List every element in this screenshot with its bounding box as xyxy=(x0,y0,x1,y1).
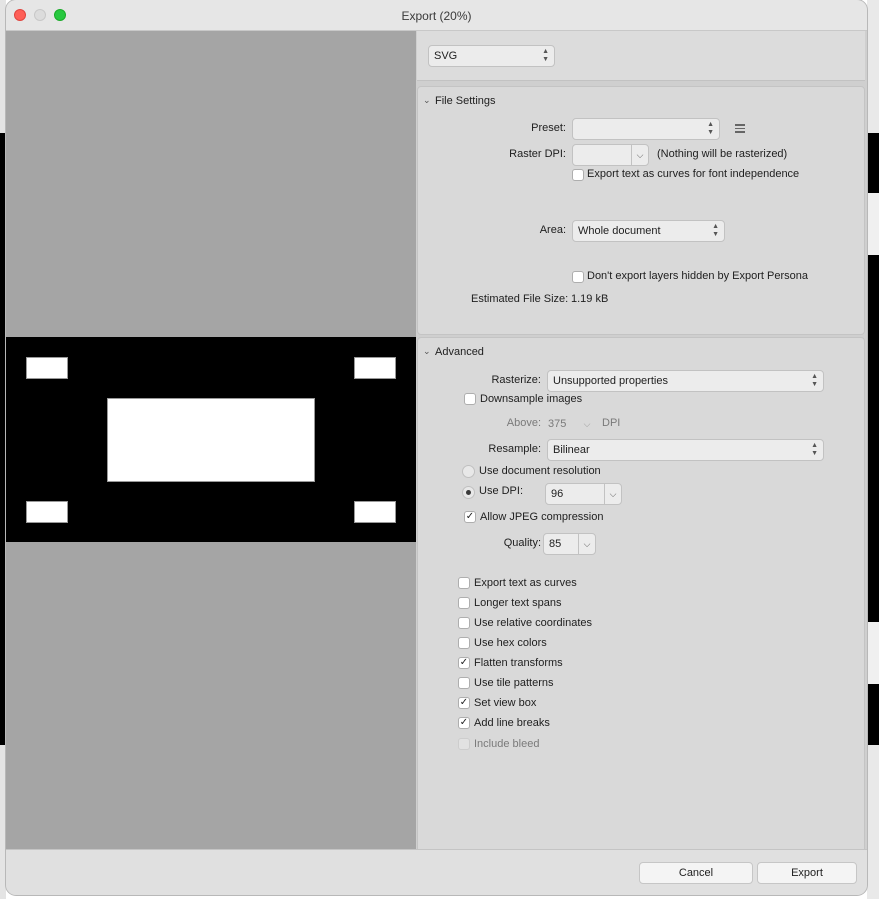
use-dpi-radio[interactable] xyxy=(462,486,475,499)
export-button[interactable]: Export xyxy=(757,862,857,884)
check-icon: ✓ xyxy=(459,657,469,668)
use-dpi-value: 96 xyxy=(551,488,564,500)
estimated-size-label: Estimated File Size: xyxy=(471,293,569,305)
resample-popup[interactable]: Bilinear ▲ ▼ xyxy=(547,439,824,461)
up-down-arrows-icon: ▲ ▼ xyxy=(811,373,818,388)
area-popup[interactable]: Whole document ▲ ▼ xyxy=(572,220,725,242)
raster-dpi-combo[interactable]: ⌵ xyxy=(572,144,649,166)
chevron-down-icon: ⌵ xyxy=(583,419,591,429)
window-title: Export (20%) xyxy=(401,9,472,23)
preview-shape xyxy=(26,501,68,523)
above-value: 375 xyxy=(548,418,567,430)
preview-document xyxy=(6,337,416,542)
raster-note: (Nothing will be rasterized) xyxy=(657,148,788,160)
settings-pane: SVG ▲ ▼ ⌄ File Settings Preset: ▲ ▼ Raster… xyxy=(416,31,867,858)
rasterize-label: Rasterize: xyxy=(491,374,541,386)
preset-menu-icon[interactable] xyxy=(735,124,745,133)
use-dpi-combo[interactable]: 96 ⌵ xyxy=(545,483,622,505)
use-dpi-label[interactable]: Use DPI: xyxy=(479,485,523,497)
area-value: Whole document xyxy=(578,225,661,237)
include-bleed-label: Include bleed xyxy=(474,738,540,750)
preview-shape xyxy=(26,357,68,379)
flatten-transforms-checkbox[interactable]: ✓ xyxy=(458,657,470,669)
preview-shape xyxy=(107,398,315,482)
use-hex-colors-checkbox[interactable] xyxy=(458,637,470,649)
chevron-down-icon[interactable]: ⌵ xyxy=(604,484,621,504)
quality-combo[interactable]: 85 ⌵ xyxy=(543,533,596,555)
dont-export-hidden-label[interactable]: Don't export layers hidden by Export Per… xyxy=(587,270,808,282)
above-label: Above: xyxy=(506,417,541,429)
preview-shape xyxy=(354,357,396,379)
rasterize-popup[interactable]: Unsupported properties ▲ ▼ xyxy=(547,370,824,392)
use-tile-patterns-checkbox[interactable] xyxy=(458,677,470,689)
background-scroll-thumb xyxy=(867,622,879,684)
add-line-breaks-label[interactable]: Add line breaks xyxy=(474,717,550,729)
export-text-curves-label[interactable]: Export text as curves for font independe… xyxy=(587,168,799,180)
up-down-arrows-icon: ▲ ▼ xyxy=(811,442,818,457)
format-popup[interactable]: SVG ▲ ▼ xyxy=(428,45,555,67)
preset-label: Preset: xyxy=(531,122,566,134)
check-icon: ✓ xyxy=(465,511,475,522)
format-bar: SVG ▲ ▼ xyxy=(417,31,865,81)
disclosure-chevron-icon[interactable]: ⌄ xyxy=(423,346,431,357)
title-bar: Export (20%) xyxy=(6,0,867,31)
up-down-arrows-icon: ▲ ▼ xyxy=(542,48,549,63)
longer-text-spans-label[interactable]: Longer text spans xyxy=(474,597,561,609)
rasterize-value: Unsupported properties xyxy=(553,375,668,387)
file-settings-title[interactable]: File Settings xyxy=(435,95,496,107)
advanced-title[interactable]: Advanced xyxy=(435,346,484,358)
allow-jpeg-label[interactable]: Allow JPEG compression xyxy=(480,511,604,523)
resample-value: Bilinear xyxy=(553,444,590,456)
export-dialog: Export (20%) SVG ▲ ▼ ⌄ File Settings Pres… xyxy=(6,0,867,895)
export-text-curves-checkbox[interactable] xyxy=(572,169,584,181)
resample-label: Resample: xyxy=(488,443,541,455)
downsample-checkbox[interactable] xyxy=(464,393,476,405)
file-settings-section: ⌄ File Settings Preset: ▲ ▼ Raster DPI: ⌵… xyxy=(417,86,865,335)
allow-jpeg-checkbox[interactable]: ✓ xyxy=(464,511,476,523)
set-view-box-label[interactable]: Set view box xyxy=(474,697,536,709)
advanced-section: ⌄ Advanced Rasterize: Unsupported proper… xyxy=(417,337,865,858)
quality-value: 85 xyxy=(549,538,562,550)
use-document-resolution-label[interactable]: Use document resolution xyxy=(479,465,601,477)
use-relative-coordinates-label[interactable]: Use relative coordinates xyxy=(474,617,592,629)
preset-popup[interactable]: ▲ ▼ xyxy=(572,118,720,140)
add-line-breaks-checkbox[interactable]: ✓ xyxy=(458,717,470,729)
export-text-as-curves-checkbox[interactable] xyxy=(458,577,470,589)
up-down-arrows-icon: ▲ ▼ xyxy=(712,223,719,238)
cancel-button[interactable]: Cancel xyxy=(639,862,753,884)
set-view-box-checkbox[interactable]: ✓ xyxy=(458,697,470,709)
above-combo: 375 ⌵ xyxy=(542,413,596,435)
dont-export-hidden-checkbox[interactable] xyxy=(572,271,584,283)
export-text-as-curves-label[interactable]: Export text as curves xyxy=(474,577,577,589)
downsample-label[interactable]: Downsample images xyxy=(480,393,582,405)
include-bleed-checkbox xyxy=(458,738,470,750)
flatten-transforms-label[interactable]: Flatten transforms xyxy=(474,657,563,669)
use-relative-coordinates-checkbox[interactable] xyxy=(458,617,470,629)
use-tile-patterns-label[interactable]: Use tile patterns xyxy=(474,677,553,689)
quality-label: Quality: xyxy=(503,537,541,549)
raster-dpi-label: Raster DPI: xyxy=(509,148,566,160)
area-label: Area: xyxy=(539,224,566,236)
background-scroll-thumb xyxy=(867,193,879,255)
check-icon: ✓ xyxy=(459,697,469,708)
preview-shape xyxy=(354,501,396,523)
check-icon: ✓ xyxy=(459,717,469,728)
disclosure-chevron-icon[interactable]: ⌄ xyxy=(423,95,431,106)
chevron-down-icon[interactable]: ⌵ xyxy=(631,145,648,165)
chevron-down-icon[interactable]: ⌵ xyxy=(578,534,595,554)
export-preview xyxy=(6,31,416,849)
format-value: SVG xyxy=(434,50,458,62)
dialog-footer: Cancel Export xyxy=(6,849,867,895)
longer-text-spans-checkbox[interactable] xyxy=(458,597,470,609)
estimated-size-value: 1.19 kB xyxy=(571,293,609,305)
use-hex-colors-label[interactable]: Use hex colors xyxy=(474,637,547,649)
use-document-resolution-radio[interactable] xyxy=(462,465,475,478)
above-unit: DPI xyxy=(602,417,621,429)
up-down-arrows-icon: ▲ ▼ xyxy=(707,121,714,136)
